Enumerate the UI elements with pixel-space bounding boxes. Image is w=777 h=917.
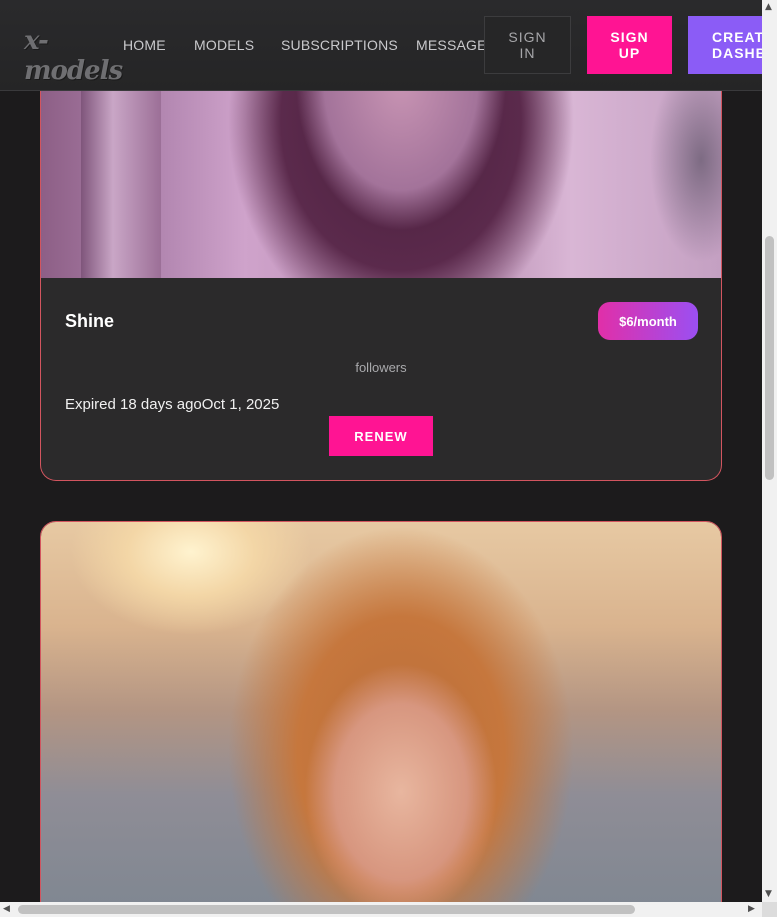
nav-subscriptions[interactable]: SUBSCRIPTIONS — [281, 37, 398, 53]
nav-models[interactable]: MODELS — [194, 37, 254, 53]
subscription-card — [40, 521, 722, 902]
scrollbar-thumb[interactable] — [765, 236, 774, 480]
sign-in-button[interactable]: SIGN IN — [484, 16, 571, 74]
scroll-down-icon[interactable]: ▼ — [765, 889, 772, 899]
site-header: x-models HOME MODELS SUBSCRIPTIONS MESSA… — [0, 0, 762, 91]
create-dashboard-button[interactable]: CREATE DASHBOARD — [688, 16, 762, 74]
price-badge: $6/month — [598, 302, 698, 340]
model-photo[interactable] — [41, 522, 721, 902]
scrollbar-thumb[interactable] — [18, 905, 635, 914]
renew-button[interactable]: RENEW — [329, 416, 433, 456]
followers-label: followers — [355, 360, 407, 375]
scroll-up-icon[interactable]: ▲ — [765, 2, 772, 12]
page-viewport: Shine $6/month followers Expired 18 days… — [0, 0, 762, 902]
horizontal-scrollbar[interactable]: ◀ ▶ — [0, 902, 762, 917]
vertical-scrollbar[interactable]: ▲ ▼ — [762, 0, 777, 902]
subscription-status: Expired 18 days agoOct 1, 2025 — [65, 396, 280, 413]
scroll-right-icon[interactable]: ▶ — [748, 904, 755, 914]
nav-home[interactable]: HOME — [123, 37, 166, 53]
scrollbar-corner — [762, 902, 777, 917]
sign-up-button[interactable]: SIGN UP — [587, 16, 672, 74]
model-name[interactable]: Shine — [65, 311, 114, 332]
scroll-left-icon[interactable]: ◀ — [3, 904, 10, 914]
card-body: Shine $6/month followers Expired 18 days… — [41, 278, 721, 480]
site-logo[interactable]: x-models — [24, 26, 124, 86]
photo-detail — [641, 80, 721, 280]
